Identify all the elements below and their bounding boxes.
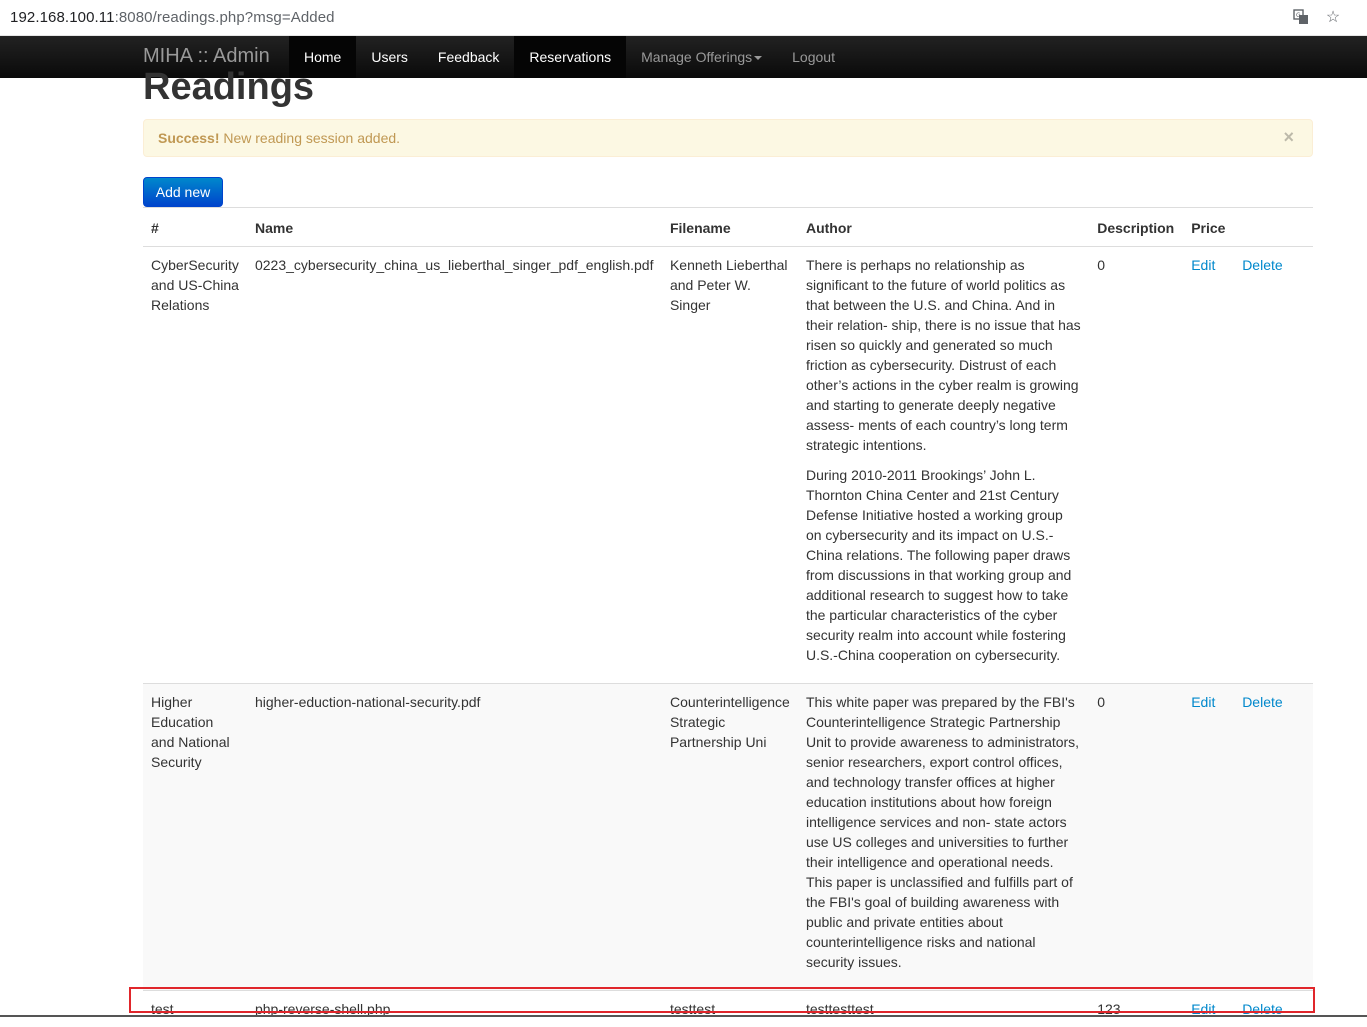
cell-filename: Kenneth Lieberthal and Peter W. Singer: [662, 247, 798, 684]
cell-author-paragraph: During 2010-2011 Brookings’ John L. Thor…: [806, 465, 1081, 665]
url-text[interactable]: 192.168.100.11:8080/readings.php?msg=Add…: [10, 9, 335, 26]
star-icon[interactable]: ☆: [1324, 9, 1342, 27]
table-header-row: # Name Filename Author Description Price: [143, 208, 1313, 247]
success-alert: Success! New reading session added. ×: [143, 119, 1313, 157]
col-header-price: Price: [1183, 208, 1234, 247]
caret-down-icon: [754, 56, 762, 60]
cell-num: CyberSecurity and US-China Relations: [143, 247, 247, 684]
delete-link[interactable]: Delete: [1242, 257, 1282, 273]
alert-strong: Success!: [158, 130, 219, 146]
cell-description: 123: [1089, 991, 1183, 1027]
cell-description: 0: [1089, 684, 1183, 991]
table-row: CyberSecurity and US-China Relations 022…: [143, 247, 1313, 684]
edit-link[interactable]: Edit: [1191, 694, 1215, 710]
nav-reservations[interactable]: Reservations: [514, 36, 626, 78]
nav-manage-offerings-label: Manage Offerings: [641, 49, 752, 65]
cell-edit: Edit: [1183, 991, 1234, 1027]
cell-author: This white paper was prepared by the FBI…: [798, 684, 1089, 991]
cell-name: 0223_cybersecurity_china_us_lieberthal_s…: [247, 247, 662, 684]
col-header-filename: Filename: [662, 208, 798, 247]
col-header-description: Description: [1089, 208, 1183, 247]
table-row: Higher Education and National Security h…: [143, 684, 1313, 991]
cell-delete: Delete: [1234, 991, 1313, 1027]
nav-feedback[interactable]: Feedback: [423, 36, 514, 78]
nav-users[interactable]: Users: [356, 36, 423, 78]
add-new-button[interactable]: Add new: [143, 177, 223, 207]
nav-logout[interactable]: Logout: [777, 36, 850, 78]
readings-table: # Name Filename Author Description Price…: [143, 207, 1313, 1027]
cell-edit: Edit: [1183, 247, 1234, 684]
nav-manage-offerings-dropdown[interactable]: Manage Offerings: [626, 36, 777, 78]
url-host: 192.168.100.11: [10, 9, 115, 26]
col-header-author: Author: [798, 208, 1089, 247]
col-header-name: Name: [247, 208, 662, 247]
cell-edit: Edit: [1183, 684, 1234, 991]
page-title: Readings: [143, 62, 314, 112]
cell-num: Higher Education and National Security: [143, 684, 247, 991]
cell-name: higher-eduction-national-security.pdf: [247, 684, 662, 991]
close-icon[interactable]: ×: [1283, 128, 1294, 146]
cell-num: test: [143, 991, 247, 1027]
cell-author: testtesttest: [798, 991, 1089, 1027]
edit-link[interactable]: Edit: [1191, 257, 1215, 273]
svg-text:G: G: [1296, 12, 1301, 19]
cell-name: php-reverse-shell.php: [247, 991, 662, 1027]
browser-address-bar[interactable]: 192.168.100.11:8080/readings.php?msg=Add…: [0, 0, 1367, 36]
url-path: :8080/readings.php?msg=Added: [115, 9, 335, 26]
nav-menu: Home Users Feedback Reservations Manage …: [289, 36, 850, 78]
table-row: test php-reverse-shell.php testtest test…: [143, 991, 1313, 1027]
cell-description: 0: [1089, 247, 1183, 684]
cell-author-paragraph: This white paper was prepared by the FBI…: [806, 692, 1081, 972]
cell-author: There is perhaps no relationship as sign…: [798, 247, 1089, 684]
cell-author-paragraph: There is perhaps no relationship as sign…: [806, 255, 1081, 455]
cell-filename: testtest: [662, 991, 798, 1027]
cell-delete: Delete: [1234, 684, 1313, 991]
translate-icon[interactable]: G: [1292, 9, 1310, 27]
alert-message: New reading session added.: [219, 130, 400, 146]
col-header-actions: [1234, 208, 1313, 247]
cell-delete: Delete: [1234, 247, 1313, 684]
cell-filename: Counterintelligence Strategic Partnershi…: [662, 684, 798, 991]
delete-link[interactable]: Delete: [1242, 694, 1282, 710]
col-header-num: #: [143, 208, 247, 247]
